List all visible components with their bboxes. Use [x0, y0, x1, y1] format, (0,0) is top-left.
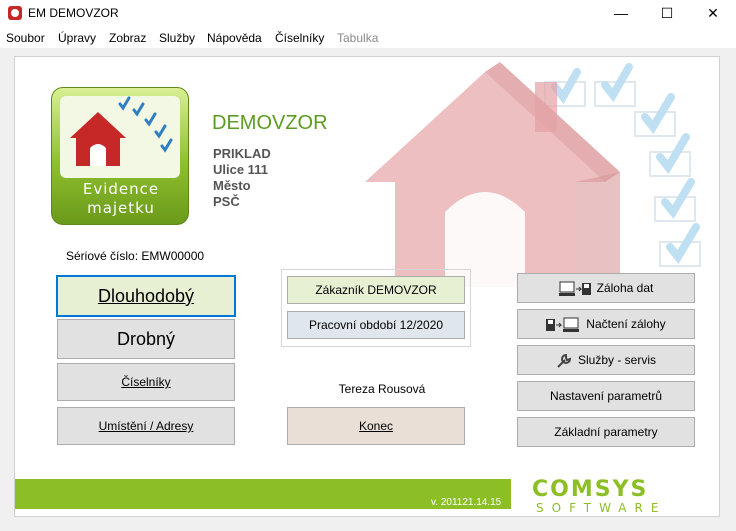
konec-label: Konec	[358, 419, 394, 433]
backup-icon	[558, 281, 591, 296]
menu-soubor[interactable]: Soubor	[6, 31, 45, 45]
user-name: Tereza Rousová	[338, 382, 426, 396]
minimize-button[interactable]: —	[598, 0, 644, 26]
umisteni-button[interactable]: Umístění / Adresy	[57, 407, 235, 445]
konec-button[interactable]: Konec	[287, 407, 465, 445]
menu-tabulka[interactable]: Tabulka	[337, 31, 378, 45]
company-line1: PRIKLAD	[213, 146, 271, 161]
comsys-logo: COMSYS	[532, 477, 649, 502]
zakaznik-button[interactable]: Zákazník DEMOVZOR	[287, 276, 465, 304]
software-logo-text: SOFTWARE	[536, 501, 667, 515]
drobny-button[interactable]: Drobný	[57, 319, 235, 359]
sluzby-servis-button[interactable]: Služby - servis	[517, 345, 695, 375]
obdobi-label: Pracovní období 12/2020	[308, 318, 444, 332]
logo-house-area	[60, 96, 180, 178]
company-line4: PSČ	[213, 194, 240, 209]
dlouhodoby-label: Dlouhodobý	[97, 286, 195, 306]
version-label: v. 201121.14.15	[431, 497, 502, 508]
ciselniky-label: Číselníky	[121, 375, 171, 389]
restore-icon	[546, 317, 580, 332]
zakladni-label: Základní parametry	[554, 425, 658, 439]
nastaveni-label: Nastavení parametrů	[549, 389, 663, 403]
main-panel: Evidence majetku DEMOVZOR PRIKLAD Ulice …	[14, 56, 720, 517]
logo-text-line1: Evidence	[82, 180, 160, 198]
nacteni-label: Načtení zálohy	[586, 317, 666, 331]
wrench-icon	[557, 353, 571, 368]
menu-upravy[interactable]: Úpravy	[58, 31, 96, 45]
umisteni-label: Umístění / Adresy	[98, 419, 194, 433]
zakaznik-label: Zákazník DEMOVZOR	[315, 283, 437, 297]
company-line2: Ulice 111	[213, 162, 268, 177]
nastaveni-button[interactable]: Nastavení parametrů	[517, 381, 695, 411]
logo-text-line2: majetku	[87, 199, 155, 217]
dlouhodoby-button[interactable]: Dlouhodobý	[56, 275, 236, 317]
menu-ciselniky[interactable]: Číselníky	[275, 31, 324, 45]
menu-sluzby[interactable]: Služby	[159, 31, 195, 45]
app-icon	[8, 6, 22, 20]
zaloha-button[interactable]: Záloha dat	[517, 273, 695, 303]
close-button[interactable]: ✕	[690, 0, 736, 26]
app-logo: Evidence majetku	[51, 87, 189, 225]
sluzby-servis-label: Služby - servis	[577, 353, 657, 367]
window-title: EM DEMOVZOR	[28, 6, 119, 20]
nacteni-button[interactable]: Načtení zálohy	[517, 309, 695, 339]
menu-bar: Soubor Úpravy Zobraz Služby Nápověda Čís…	[0, 26, 736, 48]
company-name: DEMOVZOR	[212, 112, 328, 134]
menu-napoveda[interactable]: Nápověda	[207, 31, 262, 45]
serial-number: Sériové číslo: EMW00000	[66, 249, 205, 263]
obdobi-button[interactable]: Pracovní období 12/2020	[287, 311, 465, 339]
company-line3: Město	[213, 178, 251, 193]
maximize-button[interactable]: ☐	[644, 0, 690, 26]
zaloha-label: Záloha dat	[596, 281, 654, 295]
zakladni-button[interactable]: Základní parametry	[517, 417, 695, 447]
house-logo-icon	[70, 96, 173, 166]
menu-zobraz[interactable]: Zobraz	[109, 31, 146, 45]
drobny-label: Drobný	[116, 329, 176, 349]
ciselniky-button[interactable]: Číselníky	[57, 363, 235, 401]
title-bar: EM DEMOVZOR — ☐ ✕	[0, 0, 736, 26]
